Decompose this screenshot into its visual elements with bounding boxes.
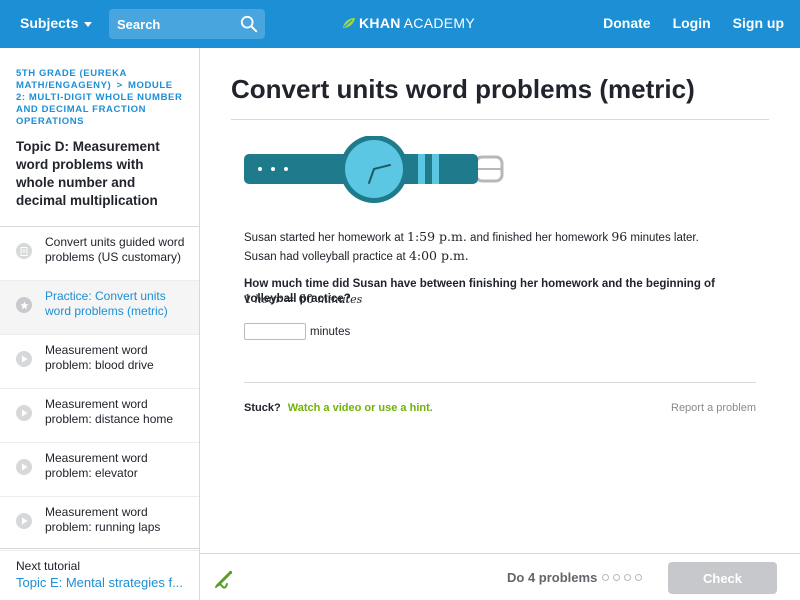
given-hour-unit: hour xyxy=(254,293,281,306)
breadcrumb[interactable]: 5th grade (Eureka Math/EngageNY) > Modul… xyxy=(0,48,199,128)
hint-link[interactable]: Watch a video or use a hint. xyxy=(288,402,433,414)
lesson-list: Convert units guided word problems (US c… xyxy=(0,226,199,551)
progress-dot xyxy=(624,574,631,581)
search-input[interactable] xyxy=(117,16,237,32)
article-icon xyxy=(16,243,32,259)
problem-statement: Susan started her homework at 1:59 p.m. … xyxy=(244,228,724,266)
lesson-label: Measurement word problem: elevator xyxy=(45,451,148,480)
search-box[interactable] xyxy=(109,9,265,39)
account-links: Donate Login Sign up xyxy=(603,15,784,31)
logo-academy-text: ACADEMY xyxy=(403,15,475,31)
problem-text: and finished her homework xyxy=(466,232,612,244)
signup-link[interactable]: Sign up xyxy=(733,15,784,31)
problem-count-label: Do 4 problems xyxy=(507,570,598,585)
answer-unit: minutes xyxy=(310,325,351,338)
subjects-label: Subjects xyxy=(20,15,79,31)
exercise-panel: Convert units word problems (metric) Sus… xyxy=(200,48,800,554)
problem-text: Susan started her homework at xyxy=(244,232,407,244)
minutes-value: 96 xyxy=(611,229,628,244)
lesson-label: Measurement word problem: distance home xyxy=(45,397,174,426)
report-problem-link[interactable]: Report a problem xyxy=(671,402,756,414)
check-button[interactable]: Check xyxy=(668,562,777,594)
chevron-down-icon xyxy=(84,21,93,27)
given-equals: = 60 xyxy=(280,292,318,306)
scratchpad-pencil-icon[interactable] xyxy=(213,568,235,590)
exercise-star-icon xyxy=(16,297,32,313)
lesson-label: Convert units guided word problems (US c… xyxy=(45,235,185,264)
conversion-fact: 1 hour = 60 minutes xyxy=(244,292,362,306)
given-number: 1 xyxy=(244,292,252,306)
start-time: 1:59 p.m. xyxy=(407,229,467,244)
page-title: Convert units word problems (metric) xyxy=(231,74,695,104)
top-navigation-bar: Subjects KHANACADEMY Donate Login Sign u… xyxy=(0,0,800,48)
khan-leaf-icon xyxy=(343,18,355,28)
stuck-prompt: Stuck? Watch a video or use a hint. xyxy=(244,402,433,414)
next-tutorial-label: Next tutorial xyxy=(16,559,81,573)
breadcrumb-course[interactable]: 5th grade (Eureka Math/EngageNY) xyxy=(16,68,127,91)
lesson-item[interactable]: Measurement word problem: blood drive xyxy=(0,335,199,389)
video-play-icon xyxy=(16,405,32,421)
lesson-item-active[interactable]: Practice: Convert units word problems (m… xyxy=(0,281,199,335)
progress-dots xyxy=(602,574,642,581)
progress-dot xyxy=(635,574,642,581)
exercise-footer: Do 4 problems Check xyxy=(200,553,800,600)
topic-title: Topic D: Measurement word problems with … xyxy=(16,139,160,208)
lesson-item[interactable]: Convert units guided word problems (US c… xyxy=(0,227,199,281)
practice-time: 4:00 p.m. xyxy=(408,248,469,263)
khan-academy-logo[interactable]: KHAN ACADEMY xyxy=(342,15,475,31)
lesson-item[interactable]: Measurement word problem: elevator xyxy=(0,443,199,497)
lesson-item[interactable]: Measurement word problem: distance home xyxy=(0,389,199,443)
donate-link[interactable]: Donate xyxy=(603,15,650,31)
divider xyxy=(244,382,756,383)
stuck-label: Stuck? xyxy=(244,402,281,414)
next-tutorial[interactable]: Next tutorial Topic E: Mental strategies… xyxy=(0,548,199,600)
video-play-icon xyxy=(16,351,32,367)
subjects-menu[interactable]: Subjects xyxy=(20,15,93,31)
divider xyxy=(231,119,769,120)
progress-dot xyxy=(602,574,609,581)
video-play-icon xyxy=(16,513,32,529)
answer-row: minutes xyxy=(244,323,350,340)
given-minutes-unit: minutes xyxy=(317,293,363,306)
lesson-label: Practice: Convert units word problems (m… xyxy=(45,289,168,318)
lesson-item[interactable]: Measurement word problem: running laps xyxy=(0,497,199,551)
login-link[interactable]: Login xyxy=(673,15,711,31)
watch-illustration xyxy=(244,136,504,203)
lesson-label: Measurement word problem: blood drive xyxy=(45,343,154,372)
search-icon[interactable] xyxy=(240,15,258,33)
answer-input[interactable] xyxy=(244,323,306,340)
video-play-icon xyxy=(16,459,32,475)
next-tutorial-title[interactable]: Topic E: Mental strategies f... xyxy=(16,575,183,590)
logo-khan-text: KHAN xyxy=(359,15,401,31)
progress-dot xyxy=(613,574,620,581)
tutorial-sidebar: 5th grade (Eureka Math/EngageNY) > Modul… xyxy=(0,48,200,600)
chevron-right-icon: > xyxy=(116,80,123,91)
lesson-label: Measurement word problem: running laps xyxy=(45,505,161,534)
